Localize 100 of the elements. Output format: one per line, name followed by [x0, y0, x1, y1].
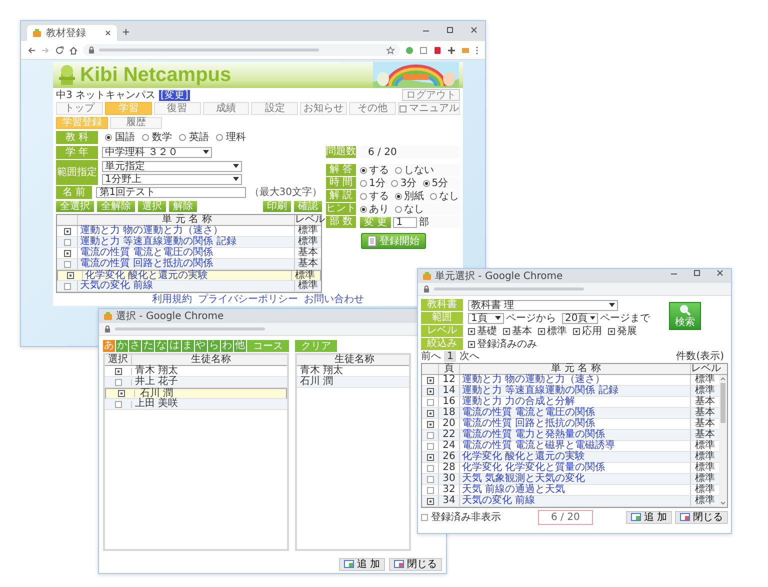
radio-button[interactable] — [430, 192, 437, 200]
maximize-icon[interactable] — [445, 25, 455, 35]
checkbox[interactable] — [64, 228, 70, 234]
checkbox[interactable] — [64, 238, 70, 246]
footer-link[interactable]: プライバシーポリシー — [198, 294, 298, 305]
table-row[interactable]: 運動と力 等速直線運動の関係 記録 標準 — [57, 237, 321, 248]
checkbox[interactable] — [426, 498, 434, 504]
checkbox[interactable] — [426, 442, 434, 450]
unit-link[interactable]: 電流の性質 電流と電圧の関係 — [77, 248, 294, 258]
table-row[interactable]: 井上 花子 — [105, 377, 287, 388]
menu-tab[interactable]: トップ — [56, 102, 103, 115]
checkbox[interactable] — [538, 328, 545, 334]
radio-button[interactable] — [360, 166, 367, 174]
browser-tab[interactable]: 教材登録 — [27, 25, 117, 41]
menu-tab[interactable]: 設定 — [251, 102, 298, 115]
table-row[interactable]: 化学変化 酸化と還元の実験 標準 — [57, 270, 321, 281]
checkbox[interactable] — [114, 400, 122, 408]
radio-button[interactable] — [179, 134, 186, 141]
table-row[interactable]: 電流の性質 電流と電圧の関係 基本 — [57, 248, 321, 259]
maximize-icon[interactable] — [692, 269, 702, 278]
table-row[interactable]: 青木 翔太 — [105, 366, 287, 377]
checkbox[interactable] — [426, 410, 434, 416]
back-icon[interactable] — [27, 46, 36, 54]
manual-button[interactable]: マニュアル — [398, 102, 460, 115]
checkbox[interactable] — [426, 486, 434, 494]
checkbox[interactable] — [64, 260, 70, 268]
table-row[interactable]: 上田 美咲 — [105, 399, 287, 410]
dropdown[interactable]: 単元指定 — [102, 160, 242, 172]
radio-button[interactable] — [395, 192, 402, 200]
dropdown[interactable]: 中学理科 ３２０ — [102, 146, 212, 158]
home-icon[interactable] — [69, 46, 78, 54]
radio-button[interactable] — [360, 180, 367, 186]
star-icon[interactable] — [386, 46, 395, 54]
checkbox[interactable] — [426, 464, 434, 472]
unit-link[interactable]: 天気 前線の通過と天気 — [459, 485, 690, 495]
close-icon[interactable] — [104, 29, 112, 37]
scrollbar-icon[interactable] — [719, 375, 727, 507]
checkbox[interactable] — [503, 328, 510, 334]
checkbox[interactable] — [64, 282, 70, 290]
new-tab-icon[interactable] — [121, 27, 131, 37]
checkbox[interactable] — [64, 250, 70, 256]
checkbox[interactable] — [426, 476, 434, 482]
dropdown[interactable]: 1頁 — [468, 312, 504, 324]
menu-icon[interactable] — [475, 46, 479, 54]
footer-link[interactable]: お問い合わせ — [304, 294, 364, 305]
unit-link[interactable]: 運動と力 物の運動と力（速さ） — [77, 226, 294, 236]
close-icon[interactable] — [469, 25, 479, 35]
page-number[interactable]: 1 — [444, 351, 456, 362]
dropdown[interactable]: 1分野上 — [102, 174, 242, 184]
checkbox[interactable] — [468, 328, 475, 334]
table-row[interactable]: 天気の変化 前線 標準 — [57, 281, 321, 292]
checkbox[interactable] — [66, 272, 74, 279]
sub-tab[interactable]: 履歴 — [110, 117, 162, 129]
radio-button[interactable] — [216, 134, 223, 141]
footer-button[interactable]: 追 加 — [338, 558, 385, 570]
radio-button[interactable] — [360, 206, 367, 212]
dropdown[interactable]: 教科書 理 — [468, 300, 618, 310]
table-row[interactable]: 電流の性質 回路と抵抗の関係 基本 — [57, 259, 321, 270]
unit-link[interactable]: 電流の性質 回路と抵抗の関係 — [77, 259, 294, 269]
table-row[interactable]: 石川 潤 — [105, 388, 287, 399]
menu-tab[interactable]: お知らせ — [300, 102, 348, 115]
checkbox[interactable] — [421, 514, 428, 520]
unit-link[interactable]: 運動と力 力の合成と分解 — [459, 397, 690, 407]
checkbox[interactable] — [114, 378, 122, 386]
checkbox[interactable] — [573, 328, 580, 334]
checkbox[interactable] — [426, 388, 434, 394]
radio-button[interactable] — [360, 192, 367, 200]
radio-button[interactable] — [422, 180, 430, 186]
close-icon[interactable] — [715, 269, 725, 278]
checkbox[interactable] — [426, 420, 434, 428]
radio-button[interactable] — [391, 180, 398, 186]
radio-button[interactable] — [142, 134, 149, 141]
radio-button[interactable] — [395, 166, 402, 174]
radio-button[interactable] — [395, 206, 402, 212]
next-link[interactable]: 次へ — [459, 351, 480, 362]
checkbox[interactable] — [426, 454, 434, 460]
input-field[interactable]: 第1回テスト — [96, 186, 246, 198]
footer-button[interactable]: 追 加 — [626, 510, 672, 524]
checkbox[interactable] — [468, 340, 475, 348]
unit-link[interactable]: 天気の変化 前線 — [77, 281, 294, 291]
change-link[interactable]: [変更] — [158, 90, 190, 100]
footer-link[interactable]: 利用規約 — [152, 294, 192, 305]
footer-button[interactable]: 閉じる — [389, 558, 442, 570]
checkbox[interactable] — [608, 328, 615, 334]
checkbox[interactable] — [426, 376, 434, 384]
menu-tab[interactable]: 成績 — [202, 102, 250, 115]
unit-link[interactable]: 運動と力 等速直線運動の関係 記録 — [77, 237, 294, 247]
checkbox[interactable] — [114, 368, 122, 374]
checkbox[interactable] — [426, 398, 434, 406]
table-row[interactable]: 運動と力 物の運動と力（速さ） 標準 — [57, 226, 321, 237]
menu-tab[interactable]: その他 — [349, 102, 396, 115]
input-field[interactable]: 1 — [393, 216, 418, 228]
checkbox[interactable] — [118, 390, 124, 397]
dropdown[interactable]: 20頁 — [562, 312, 598, 324]
menu-tab[interactable]: 復習 — [154, 102, 201, 115]
radio-button[interactable] — [105, 134, 112, 141]
previous-link[interactable]: 前へ — [421, 351, 441, 362]
extension-icon[interactable] — [447, 46, 456, 54]
checkbox[interactable] — [426, 432, 434, 438]
footer-button[interactable]: 閉じる — [675, 510, 728, 524]
